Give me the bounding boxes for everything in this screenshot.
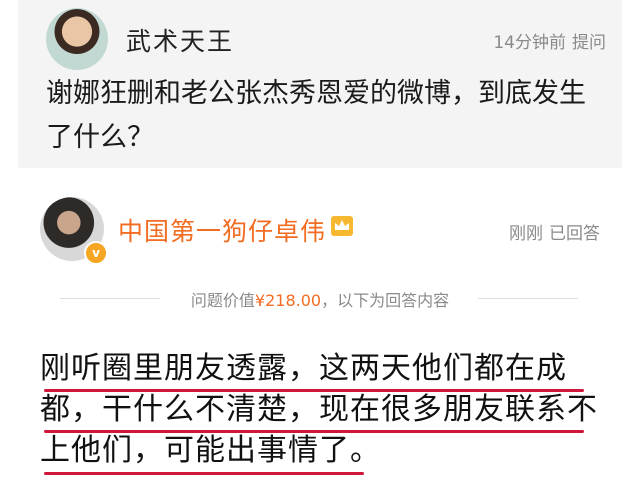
- answerer-name[interactable]: 中国第一狗仔卓伟: [118, 212, 326, 248]
- price-note: 问题价值¥218.00，以下为回答内容: [0, 287, 640, 311]
- answer-body: 刚听圈里朋友透露，这两天他们都在成 都，干什么不清楚，现在很多朋友联系不 上他们…: [40, 348, 610, 471]
- answer-time: 刚刚: [509, 224, 543, 244]
- question-text: 谢娜狂删和老公张杰秀恩爱的微博，到底发生了什么？: [46, 78, 586, 153]
- question-card: 武术天王 14分钟前 提问 谢娜狂删和老公张杰秀恩爱的微博，到底发生了什么？: [18, 0, 622, 168]
- price-suffix: ，以下为回答内容: [321, 291, 450, 310]
- asker-avatar[interactable]: [46, 8, 108, 70]
- asker-name[interactable]: 武术天王: [126, 22, 234, 58]
- answer-meta: 刚刚 已回答: [503, 219, 600, 244]
- question-label: 提问: [572, 33, 606, 53]
- question-meta: 14分钟前 提问: [487, 28, 606, 53]
- answer-status: 已回答: [549, 224, 600, 244]
- price-prefix: 问题价值: [190, 291, 255, 310]
- verified-badge-icon: v: [84, 241, 108, 265]
- highlight-underline: [44, 389, 584, 392]
- answer-line: 刚听圈里朋友透露，这两天他们都在成: [40, 351, 567, 386]
- answer-line: 上他们，可能出事情了。: [40, 433, 381, 468]
- answer-line: 都，干什么不清楚，现在很多朋友联系不: [40, 392, 598, 427]
- price-value: ¥218.00: [254, 291, 322, 310]
- highlight-underline: [44, 472, 364, 475]
- crown-icon: [331, 216, 353, 236]
- highlight-underline: [44, 430, 584, 433]
- question-time: 14分钟前: [493, 33, 566, 53]
